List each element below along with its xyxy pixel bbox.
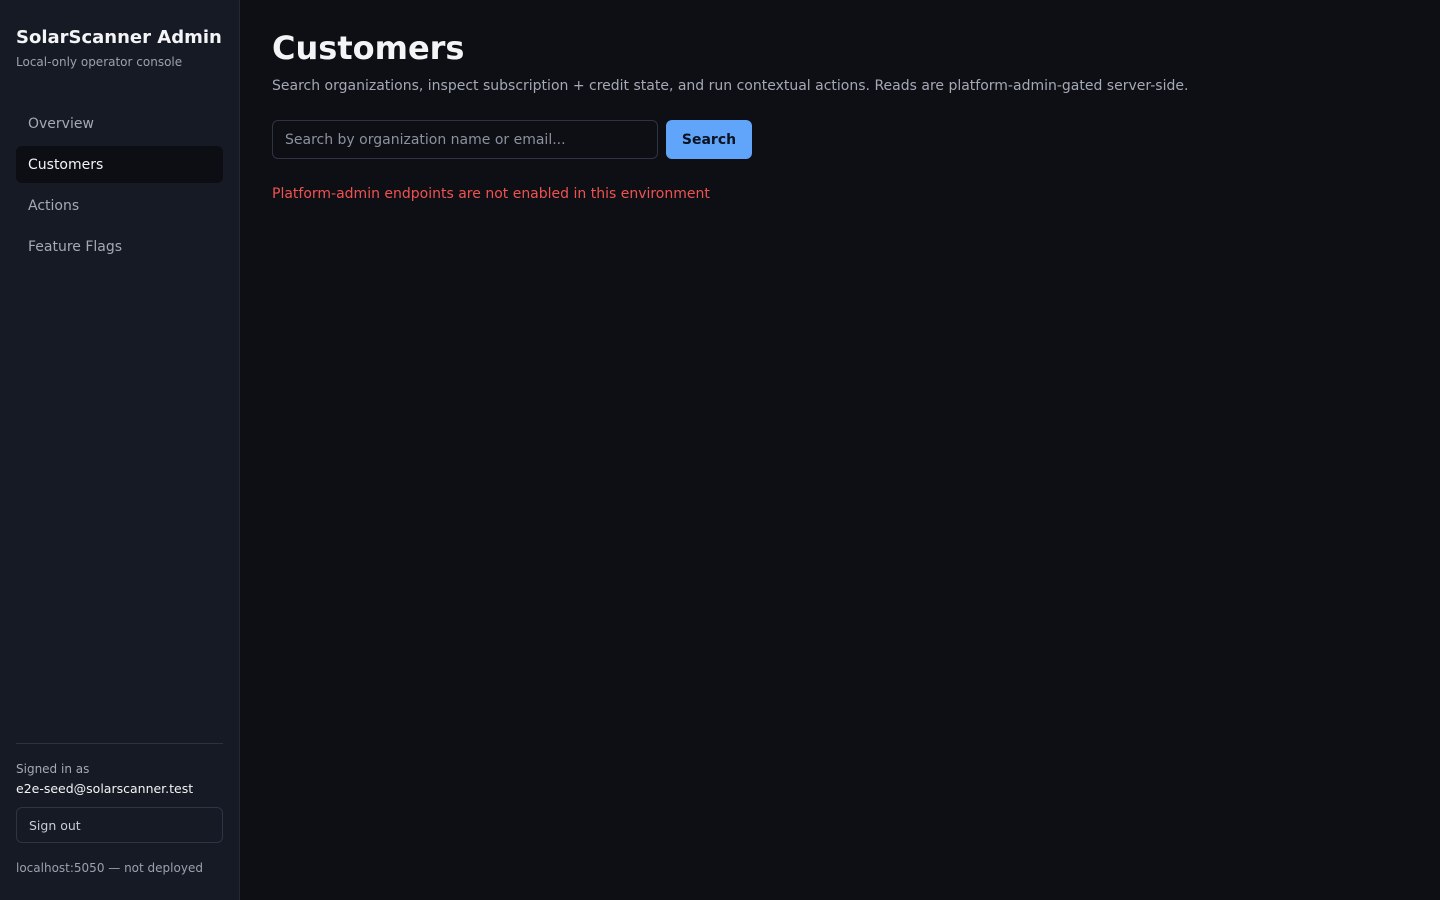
sign-out-button[interactable]: Sign out xyxy=(16,807,223,843)
main-content: Customers Search organizations, inspect … xyxy=(240,0,1440,900)
app-subtitle: Local-only operator console xyxy=(16,55,183,69)
error-message: Platform-admin endpoints are not enabled… xyxy=(272,186,710,202)
sidebar: SolarScanner Admin Local-only operator c… xyxy=(0,0,240,900)
sidebar-item-customers[interactable]: Customers xyxy=(16,146,223,183)
search-input[interactable] xyxy=(272,120,658,159)
environment-note: localhost:5050 — not deployed xyxy=(16,861,203,875)
page-description: Search organizations, inspect subscripti… xyxy=(272,78,1189,94)
sidebar-nav: Overview Customers Actions Feature Flags xyxy=(16,105,223,265)
user-email: e2e-seed@solarscanner.test xyxy=(16,781,194,796)
search-bar: Search xyxy=(272,120,1408,159)
sidebar-footer: Signed in as e2e-seed@solarscanner.test … xyxy=(16,743,223,876)
sidebar-item-overview[interactable]: Overview xyxy=(16,105,223,142)
app-shell: SolarScanner Admin Local-only operator c… xyxy=(0,0,1440,900)
sidebar-item-feature-flags[interactable]: Feature Flags xyxy=(16,228,223,265)
search-button[interactable]: Search xyxy=(666,120,752,159)
sidebar-item-actions[interactable]: Actions xyxy=(16,187,223,224)
signed-in-label: Signed in as xyxy=(16,762,90,776)
app-title: SolarScanner Admin xyxy=(16,27,222,48)
page-title: Customers xyxy=(272,29,465,67)
